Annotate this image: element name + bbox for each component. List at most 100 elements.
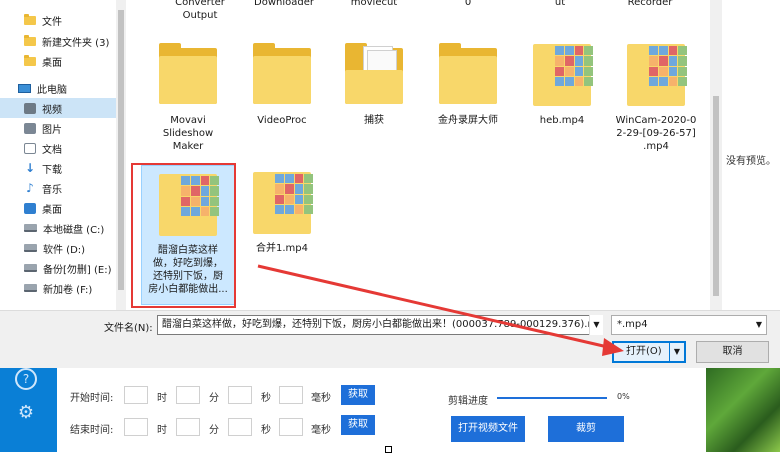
folder-icon (433, 40, 503, 110)
progress-value: 0% (617, 392, 630, 401)
progress-bar (497, 397, 607, 399)
get-start-time-button[interactable]: 获取 (341, 385, 375, 405)
ms-unit: 毫秒 (311, 393, 331, 404)
start-ms-input[interactable] (279, 386, 303, 404)
file-item-partial[interactable]: 0 (422, 0, 514, 9)
nav-scrollbar-thumb[interactable] (118, 10, 124, 290)
minute-unit: 分 (209, 425, 219, 436)
video-file-icon (621, 40, 691, 110)
preview-text: 没有预览。 (726, 156, 776, 167)
open-button[interactable]: 打开(O) ▼ (612, 341, 686, 363)
hour-unit: 时 (157, 393, 167, 404)
file-item-label: 金舟录屏大师 (438, 115, 498, 126)
nav-item-label: 此电脑 (37, 84, 67, 96)
end-minute-input[interactable] (176, 418, 200, 436)
help-icon[interactable]: ? (15, 368, 37, 390)
end-time-label: 结束时间: (70, 425, 114, 436)
video-icon (24, 102, 36, 114)
nav-item-label: 桌面 (42, 57, 62, 69)
open-split-chevron-icon[interactable]: ▼ (669, 343, 684, 361)
desktop-icon (24, 202, 36, 214)
file-item-partial[interactable]: ut (514, 0, 606, 9)
video-file-icon (527, 40, 597, 110)
folder-icon (24, 13, 36, 25)
music-icon: ♪ (26, 181, 34, 195)
gear-icon[interactable]: ⚙ (15, 402, 37, 424)
nav-item-label: 新建文件夹 (3) (42, 37, 110, 49)
file-item-video[interactable]: WinCam-2020-0 2-29-[09-26-57] .mp4 (610, 40, 702, 153)
file-item-recorder[interactable]: Recorder (604, 0, 696, 9)
nav-item-label: 软件 (D:) (43, 244, 86, 256)
nav-item-label: 音乐 (42, 184, 62, 196)
documents-icon (24, 142, 36, 154)
file-item-folder[interactable]: 捕获 (328, 40, 420, 127)
nav-item-label: 视频 (42, 104, 62, 116)
file-item-label: WinCam-2020-0 2-29-[09-26-57] .mp4 (615, 115, 697, 152)
chevron-down-icon: ▼ (755, 320, 762, 329)
minute-unit: 分 (209, 393, 219, 404)
file-view-scrollbar[interactable] (710, 0, 722, 310)
nav-item-label: 图片 (42, 124, 62, 136)
cut-button[interactable]: 裁剪 (548, 416, 624, 442)
nav-item-label: 备份[勿删] (E:) (43, 264, 112, 276)
highlight-box (131, 163, 236, 308)
drive-icon (24, 224, 37, 232)
folder-icon (247, 40, 317, 110)
folder-icon (24, 54, 36, 66)
end-ms-input[interactable] (279, 418, 303, 436)
end-hour-input[interactable] (124, 418, 148, 436)
get-end-time-button[interactable]: 获取 (341, 415, 375, 435)
folder-icon (153, 40, 223, 110)
nav-item-label: 桌面 (42, 204, 62, 216)
progress-label: 剪辑进度 (448, 396, 488, 407)
file-item-converter-output[interactable]: Converter Output (154, 0, 246, 22)
folder-icon (24, 34, 36, 46)
file-view-scrollbar-thumb[interactable] (713, 96, 719, 296)
end-second-input[interactable] (228, 418, 252, 436)
navigation-pane: 文件 新建文件夹 (3) 桌面 此电脑 视频 图片 文档 ↓ 下载 ♪ 音乐 桌… (0, 0, 140, 310)
file-item-label: Movavi Slideshow Maker (162, 115, 214, 152)
computer-icon (18, 83, 31, 93)
start-minute-input[interactable] (176, 386, 200, 404)
cancel-button[interactable]: 取消 (696, 341, 769, 363)
start-hour-input[interactable] (124, 386, 148, 404)
filename-input[interactable]: 醋溜白菜这样做，好吃到爆，还特别下饭，厨房小白都能做出来！(000037.789… (157, 315, 602, 335)
chevron-down-icon[interactable]: ▼ (589, 315, 603, 335)
file-item-folder[interactable]: 金舟录屏大师 (422, 40, 514, 127)
second-unit: 秒 (261, 425, 271, 436)
drive-icon (24, 264, 37, 272)
file-item-label: 0 (464, 0, 472, 8)
video-cutter-app: ? ⚙ 开始时间: 时 分 秒 毫秒 获取 结束时间: 时 分 秒 毫秒 获取 … (0, 368, 780, 452)
file-item-folder[interactable]: VideoProc (236, 40, 328, 127)
file-item-video[interactable]: 合并1.mp4 (236, 168, 328, 255)
start-second-input[interactable] (228, 386, 252, 404)
file-item-label: ut (554, 0, 566, 8)
folder-with-documents-icon (339, 40, 409, 110)
nav-item-this-pc[interactable]: 此电脑 (0, 78, 134, 98)
nav-item-label: 文档 (42, 144, 62, 156)
open-button-label: 打开(O) (626, 346, 662, 357)
filetype-value: *.mp4 (617, 319, 648, 330)
filename-label: 文件名(N): (104, 323, 153, 334)
drive-icon (24, 284, 37, 292)
video-file-icon (247, 168, 317, 238)
drive-icon (24, 244, 37, 252)
start-time-label: 开始时间: (70, 393, 114, 404)
hour-unit: 时 (157, 425, 167, 436)
second-unit: 秒 (261, 393, 271, 404)
open-video-button[interactable]: 打开视频文件 (451, 416, 525, 442)
ms-unit: 毫秒 (311, 425, 331, 436)
nav-item-label: 文件 (42, 16, 62, 28)
file-item-folder[interactable]: Movavi Slideshow Maker (142, 40, 234, 153)
file-item-label: VideoProc (257, 115, 307, 126)
file-item-label: Converter Output (175, 0, 225, 21)
file-item-label: heb.mp4 (539, 115, 585, 126)
nav-item-label: 本地磁盘 (C:) (43, 224, 105, 236)
file-item-downloader[interactable]: Downloader (238, 0, 330, 9)
file-item-label: moviecut (350, 0, 398, 8)
file-item-moviecut[interactable]: moviecut (328, 0, 420, 9)
nav-scrollbar[interactable] (116, 0, 126, 310)
filetype-select[interactable]: *.mp4 ▼ (611, 315, 767, 335)
file-item-label: 合并1.mp4 (256, 243, 308, 254)
file-item-video[interactable]: heb.mp4 (516, 40, 608, 127)
